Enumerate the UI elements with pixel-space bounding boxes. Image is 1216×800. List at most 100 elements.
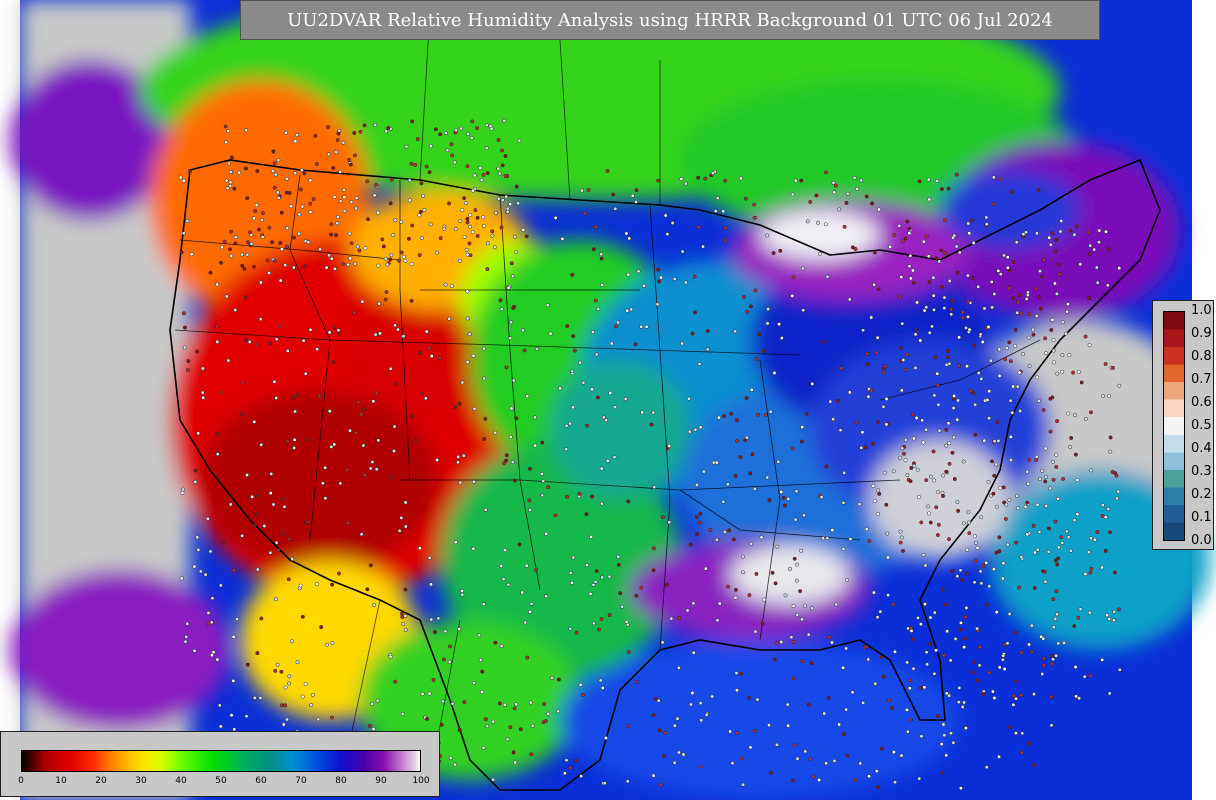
station-dot: [286, 577, 291, 582]
station-dot: [1088, 243, 1093, 248]
station-dot: [899, 535, 904, 540]
station-dot: [449, 284, 454, 288]
station-dot: [262, 524, 267, 528]
station-dot: [997, 754, 1001, 759]
station-dot: [579, 188, 584, 193]
right-colorbar-ramp: [1163, 311, 1185, 541]
station-dot: [578, 682, 583, 687]
station-dot: [792, 743, 797, 748]
station-dot: [992, 696, 997, 700]
station-dot: [332, 325, 337, 330]
station-dot: [626, 272, 631, 277]
station-dot: [879, 746, 884, 751]
station-dot: [184, 634, 189, 639]
station-dot: [500, 163, 505, 168]
station-dot: [1072, 232, 1077, 237]
station-dot: [947, 279, 952, 283]
station-dot: [765, 233, 770, 238]
station-dot: [303, 682, 308, 687]
station-dot: [560, 236, 565, 241]
station-dot: [1041, 656, 1046, 661]
station-dot: [872, 282, 877, 287]
station-dot: [357, 248, 362, 253]
station-dot: [260, 235, 265, 240]
station-dot: [1015, 493, 1020, 498]
station-dot: [243, 295, 248, 300]
station-dot: [634, 679, 639, 684]
station-dot: [804, 411, 809, 416]
station-dot: [777, 322, 782, 327]
station-dot: [445, 148, 450, 153]
station-dot: [966, 221, 971, 226]
station-dot: [1032, 692, 1036, 697]
station-dot: [533, 443, 538, 448]
station-dot: [713, 209, 718, 214]
right-colorbar-tick: 1.0: [1191, 303, 1212, 318]
station-dot: [376, 210, 380, 215]
station-dot: [708, 528, 713, 533]
station-dot: [511, 306, 516, 310]
station-dot: [480, 690, 484, 695]
station-dot: [1025, 500, 1030, 505]
station-dot: [1069, 436, 1074, 440]
station-dot: [460, 592, 465, 597]
station-dot: [1074, 694, 1079, 699]
station-dot: [743, 196, 748, 201]
station-dot: [349, 241, 354, 246]
station-dot: [368, 563, 373, 568]
station-dot: [442, 227, 447, 232]
station-dot: [594, 569, 599, 574]
station-dot: [791, 676, 796, 681]
station-dot: [240, 380, 245, 385]
station-dot: [181, 487, 186, 492]
station-dot: [1031, 332, 1036, 337]
station-dot: [772, 657, 777, 662]
station-dot: [783, 593, 788, 598]
station-dot: [799, 439, 804, 444]
station-dot: [362, 473, 367, 478]
station-dot: [206, 610, 211, 615]
station-dot: [383, 297, 388, 302]
station-dot: [285, 439, 290, 444]
station-dot: [533, 415, 537, 420]
station-dot: [696, 175, 701, 180]
station-dot: [745, 309, 750, 314]
station-dot: [959, 620, 963, 625]
station-dot: [465, 252, 470, 257]
station-dot: [332, 195, 337, 200]
station-dot: [824, 464, 829, 469]
station-dot: [847, 297, 852, 302]
station-dot: [733, 595, 738, 600]
station-dot: [844, 646, 849, 651]
right-colorbar-tick: 0.0: [1191, 533, 1212, 548]
station-dot: [324, 265, 329, 270]
station-dot: [237, 170, 242, 175]
station-dot: [905, 352, 910, 357]
station-dot: [600, 686, 605, 690]
station-dot: [346, 262, 351, 267]
station-dot: [505, 737, 510, 742]
station-dot: [396, 327, 400, 332]
station-dot: [471, 479, 476, 484]
station-dot: [208, 270, 213, 275]
station-dot: [803, 603, 808, 608]
relative-humidity-map: [10, 0, 1210, 800]
station-dot: [517, 542, 522, 547]
station-dot: [425, 716, 430, 721]
station-dot: [907, 231, 912, 236]
station-dot: [604, 418, 609, 423]
station-dot: [242, 266, 247, 271]
station-dot: [1087, 610, 1092, 615]
station-dot: [226, 358, 231, 363]
station-dot: [1051, 477, 1056, 482]
station-dot: [389, 177, 394, 182]
station-dot: [858, 761, 863, 766]
station-dot: [508, 725, 513, 730]
station-dot: [496, 137, 501, 142]
station-dot: [735, 688, 739, 693]
station-dot: [810, 381, 815, 386]
station-dot: [1051, 657, 1055, 662]
station-dot: [867, 774, 871, 779]
station-dot: [509, 261, 514, 266]
station-dot: [293, 139, 298, 144]
